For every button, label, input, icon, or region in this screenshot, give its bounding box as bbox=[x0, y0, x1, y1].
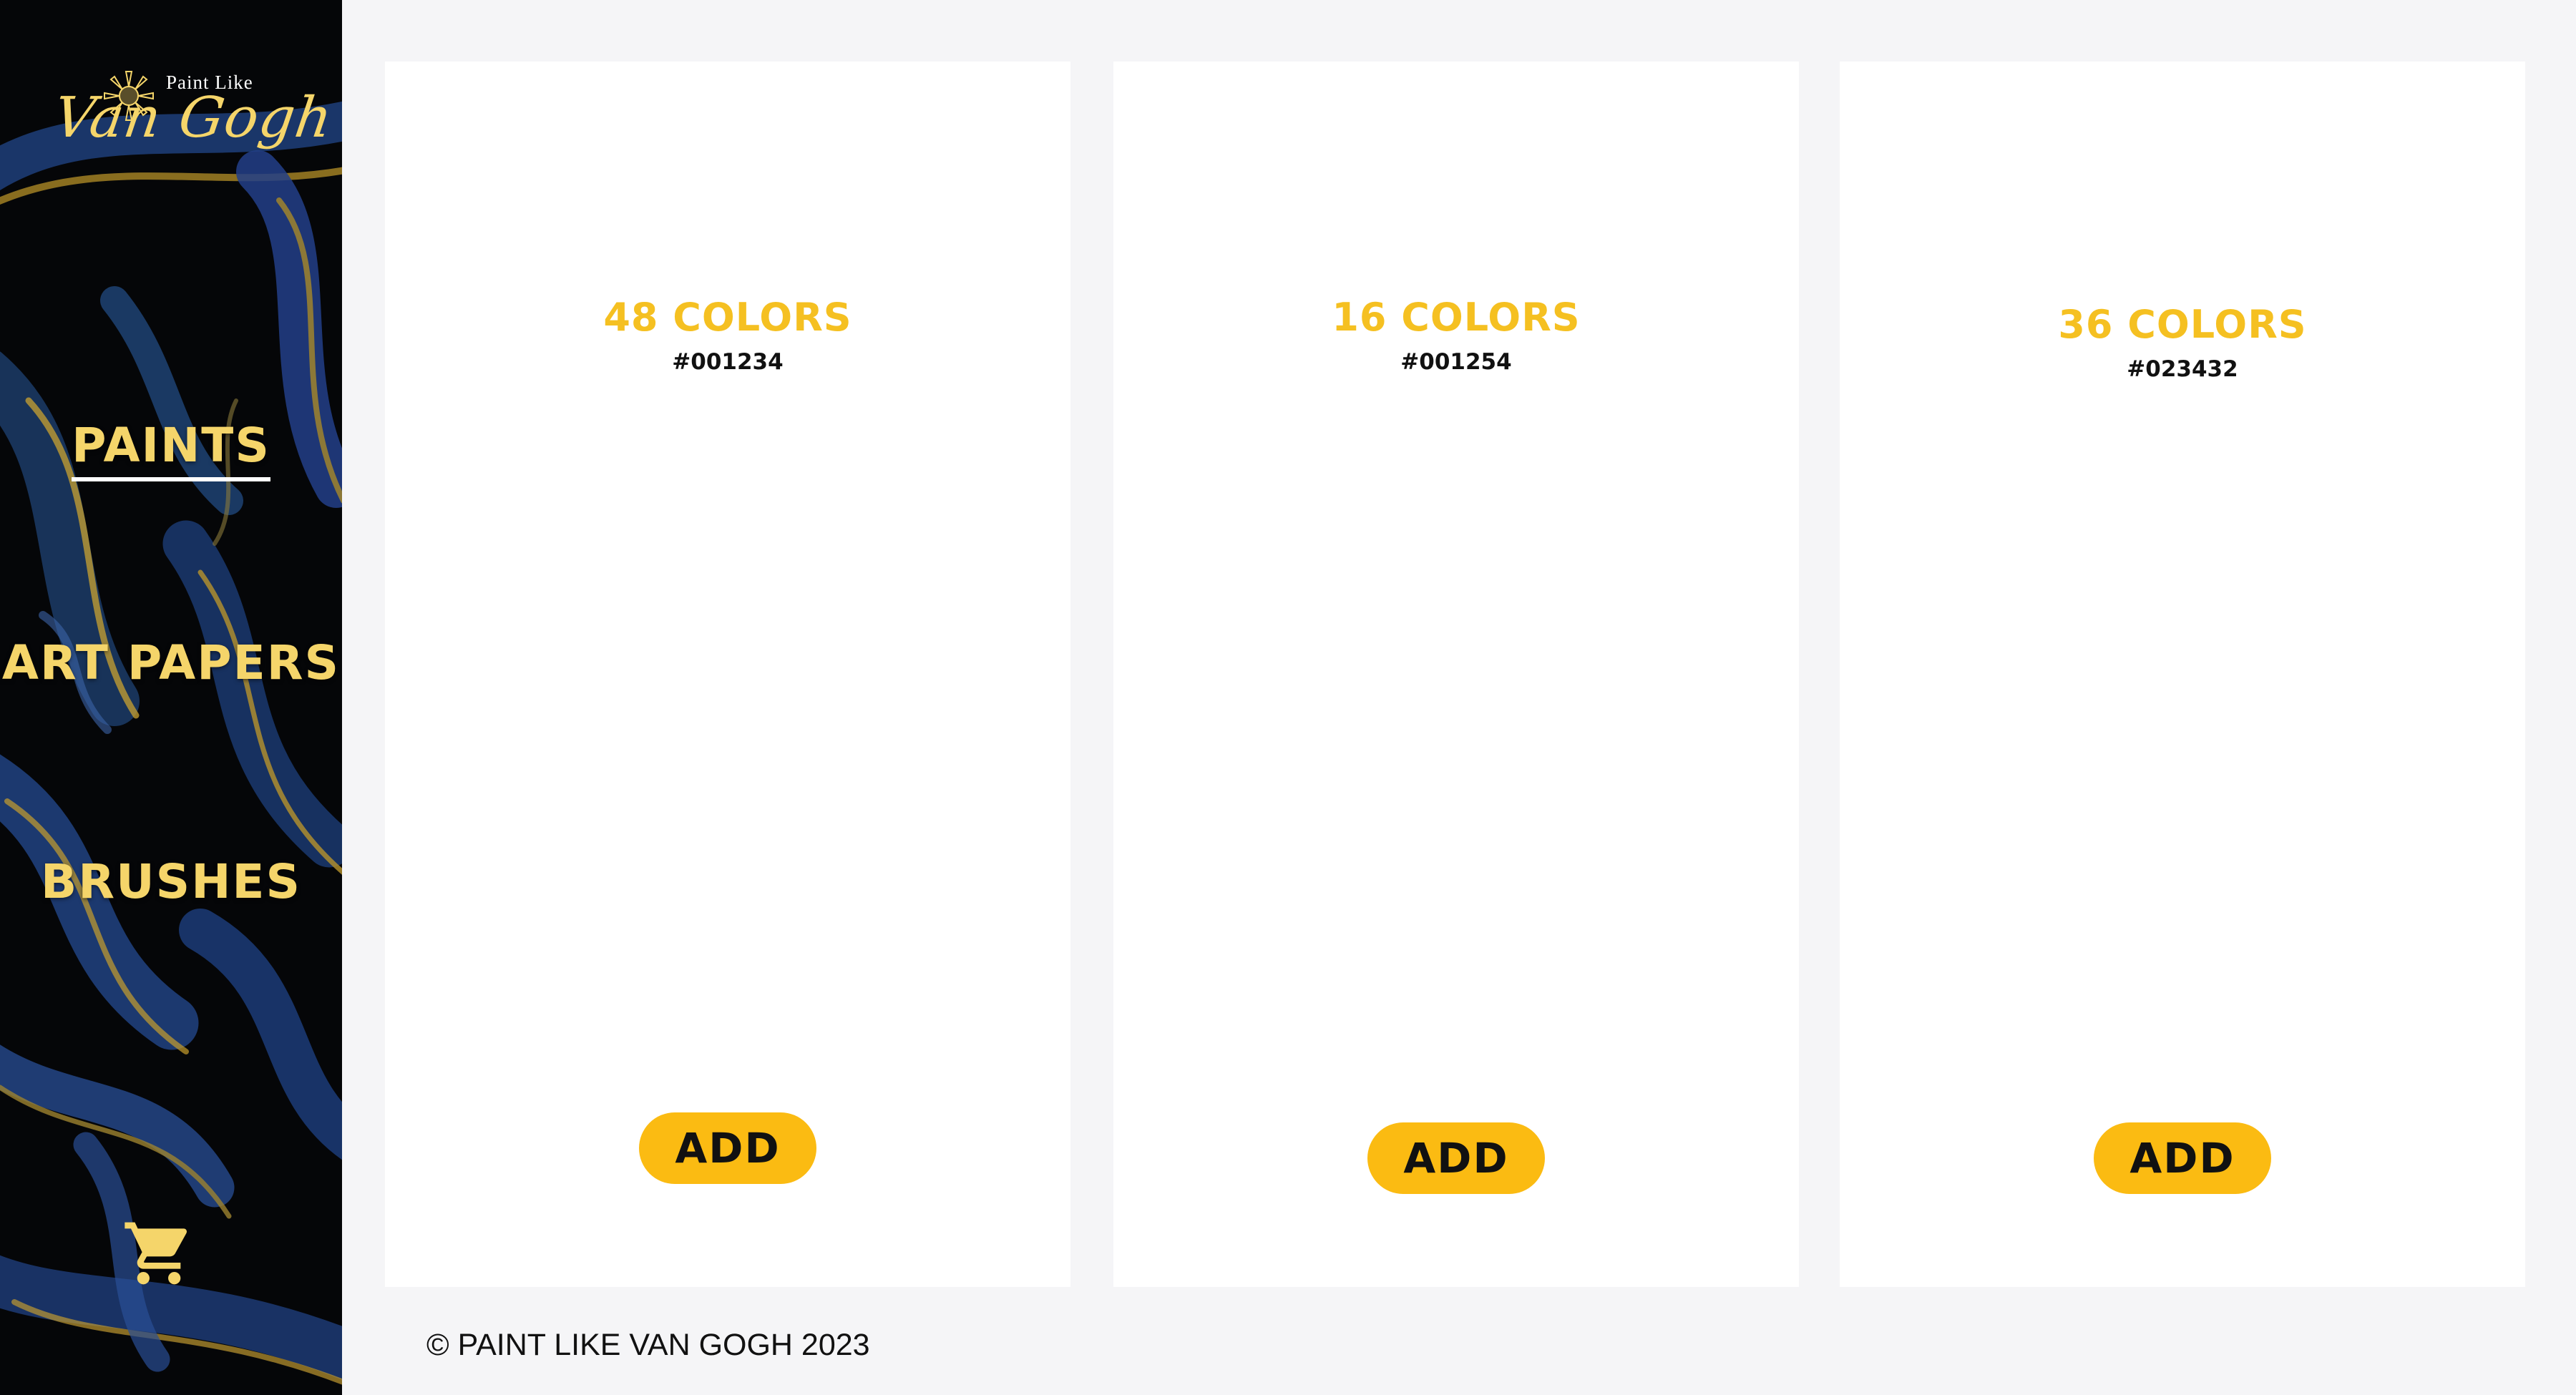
product-title: 48 COLORS bbox=[603, 295, 852, 340]
nav-item-brushes[interactable]: BRUSHES bbox=[0, 854, 342, 909]
add-button[interactable]: ADD bbox=[2094, 1122, 2271, 1194]
product-code: #001254 bbox=[1400, 349, 1512, 375]
nav-item-paints[interactable]: PAINTS bbox=[0, 418, 342, 481]
brand-logo[interactable]: Paint Like Van Gogh bbox=[50, 57, 336, 172]
nav-item-art-papers[interactable]: ART PAPERS bbox=[0, 635, 342, 690]
shopping-cart-icon[interactable] bbox=[122, 1216, 196, 1291]
product-card: 48 COLORS #001234 ADD bbox=[385, 62, 1070, 1287]
add-button[interactable]: ADD bbox=[639, 1112, 816, 1184]
nav-item-label: BRUSHES bbox=[40, 854, 302, 909]
brand-name: Van Gogh bbox=[49, 86, 337, 150]
product-card: 36 COLORS #023432 ADD bbox=[1840, 62, 2525, 1287]
product-title: 36 COLORS bbox=[2058, 302, 2307, 347]
product-code: #023432 bbox=[2127, 356, 2238, 382]
nav-item-label: PAINTS bbox=[72, 418, 270, 481]
product-title: 16 COLORS bbox=[1332, 295, 1581, 340]
product-code: #001234 bbox=[672, 349, 784, 375]
marble-background-art bbox=[0, 0, 342, 1395]
nav-item-label: ART PAPERS bbox=[1, 635, 341, 690]
footer-copyright: © PAINT LIKE VAN GOGH 2023 bbox=[426, 1328, 870, 1362]
add-button[interactable]: ADD bbox=[1367, 1122, 1545, 1194]
product-card: 16 COLORS #001254 ADD bbox=[1113, 62, 1799, 1287]
sidebar: Paint Like Van Gogh PAINTS ART PAPERS BR… bbox=[0, 0, 342, 1395]
